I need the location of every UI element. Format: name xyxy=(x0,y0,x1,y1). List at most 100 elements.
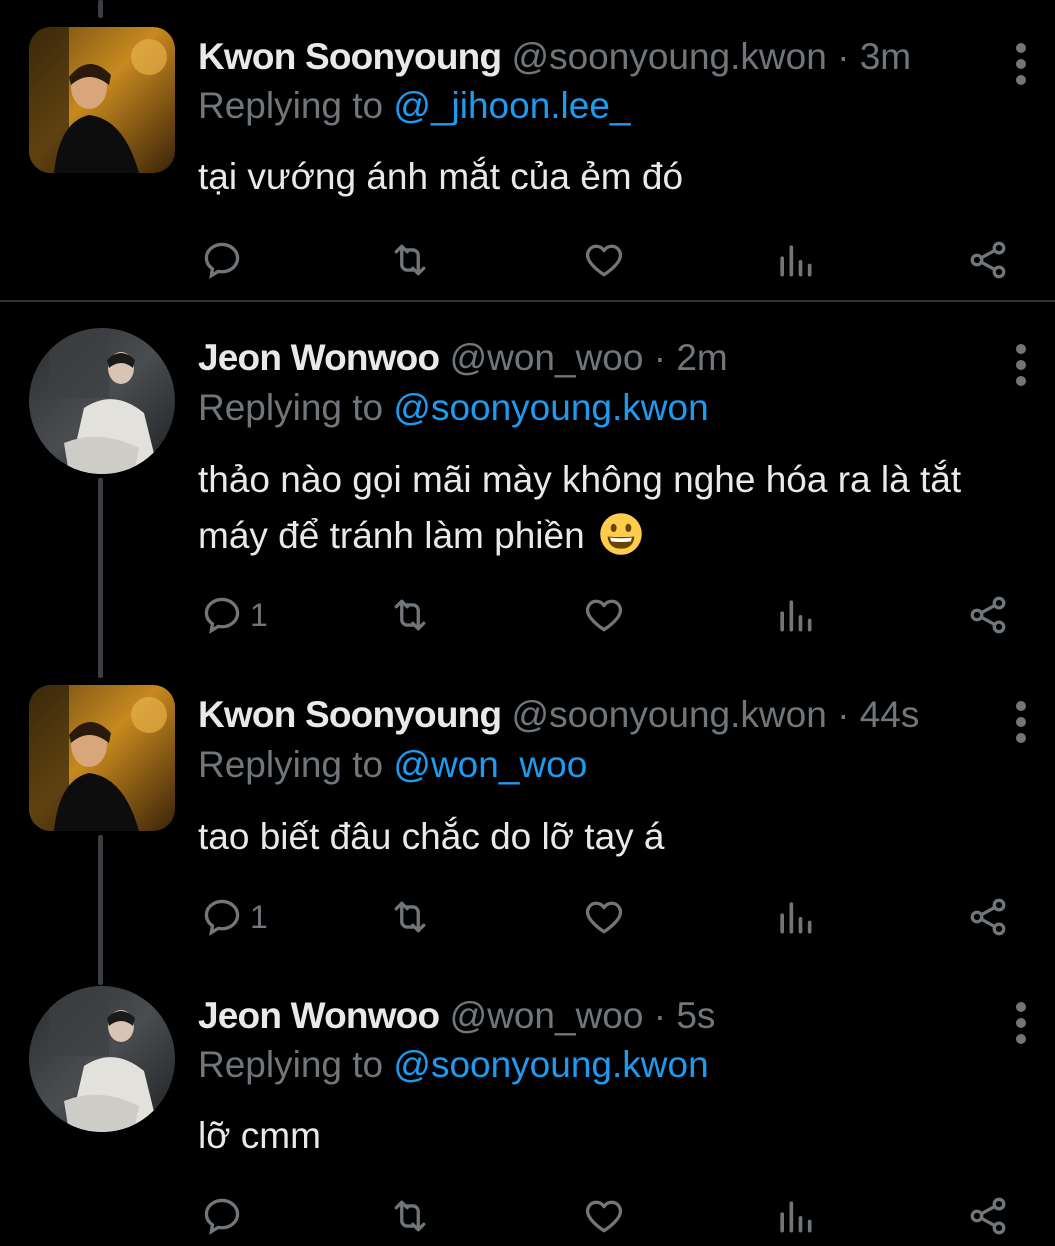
tweet-header: Jeon Wonwoo @won_woo · 5s xyxy=(198,994,715,1038)
reply-button[interactable] xyxy=(200,235,250,285)
reply-count: 1 xyxy=(250,898,268,935)
tweet-header: Kwon Soonyoung @soonyoung.kwon · 44s xyxy=(198,693,919,737)
handle[interactable]: @won_woo xyxy=(450,995,644,1036)
more-icon[interactable] xyxy=(1006,340,1036,390)
avatar-wonwoo-image xyxy=(29,328,175,474)
display-name[interactable]: Jeon Wonwoo xyxy=(198,995,440,1036)
more-icon[interactable] xyxy=(1006,39,1036,89)
reply-icon xyxy=(204,1198,240,1235)
share-icon xyxy=(970,596,1006,634)
dot-separator: · xyxy=(653,995,667,1036)
analytics-icon xyxy=(780,902,812,934)
tweet-header: Kwon Soonyoung @soonyoung.kwon · 3m xyxy=(198,35,911,79)
action-bar xyxy=(0,235,1055,285)
analytics-icon xyxy=(780,1201,812,1233)
like-icon xyxy=(585,901,623,934)
reply-button[interactable]: 1 xyxy=(200,590,268,640)
share-button[interactable] xyxy=(966,590,1010,640)
thread-line-top xyxy=(98,0,103,18)
mention-link[interactable]: @soonyoung.kwon xyxy=(393,387,708,428)
handle[interactable]: @won_woo xyxy=(450,337,644,378)
reply-count: 1 xyxy=(250,596,268,633)
retweet-icon xyxy=(394,901,426,933)
tweet-text-line: thảo nào gọi mãi mày không nghe hóa ra l… xyxy=(198,459,962,500)
avatar-soonyoung-image xyxy=(29,27,175,173)
more-icon[interactable] xyxy=(1006,998,1036,1048)
like-button[interactable] xyxy=(582,590,626,640)
replying-to: Replying to @soonyoung.kwon xyxy=(198,386,709,430)
like-button[interactable] xyxy=(582,235,626,285)
share-button[interactable] xyxy=(966,892,1010,942)
like-icon xyxy=(585,1200,623,1233)
display-name[interactable]: Jeon Wonwoo xyxy=(198,337,440,378)
tweet-header: Jeon Wonwoo @won_woo · 2m xyxy=(198,336,728,380)
analytics-icon xyxy=(780,600,812,632)
dot-separator: · xyxy=(837,36,850,77)
mention-link[interactable]: @_jihoon.lee_ xyxy=(393,85,630,126)
timestamp[interactable]: 5s xyxy=(676,995,715,1036)
retweet-button[interactable] xyxy=(388,1191,432,1241)
like-button[interactable] xyxy=(582,892,626,942)
avatar-wonwoo-image xyxy=(29,986,175,1132)
tweet-text: lỡ cmm xyxy=(198,1115,321,1156)
avatar-soonyoung-image xyxy=(29,685,175,831)
avatar[interactable] xyxy=(29,27,175,173)
like-button[interactable] xyxy=(582,1191,626,1241)
timestamp[interactable]: 2m xyxy=(676,337,727,378)
tweet-text-content: máy để tránh làm phiền xyxy=(198,515,585,556)
reply-button[interactable]: 1 xyxy=(200,892,268,942)
retweet-icon xyxy=(394,244,426,276)
share-icon xyxy=(970,1197,1006,1235)
reply-icon xyxy=(204,899,240,936)
tweet[interactable]: Jeon Wonwoo @won_woo · 2m Replying to @s… xyxy=(0,328,1055,658)
retweet-button[interactable] xyxy=(388,892,432,942)
handle[interactable]: @soonyoung.kwon xyxy=(512,36,827,77)
replying-to: Replying to @soonyoung.kwon xyxy=(198,1043,709,1087)
action-bar: 1 xyxy=(0,892,1055,942)
handle[interactable]: @soonyoung.kwon xyxy=(512,694,827,735)
analytics-button[interactable] xyxy=(773,1191,817,1241)
analytics-button[interactable] xyxy=(773,590,817,640)
tweet[interactable]: Kwon Soonyoung @soonyoung.kwon · 44s Rep… xyxy=(0,685,1055,955)
display-name[interactable]: Kwon Soonyoung xyxy=(198,694,502,735)
reply-button[interactable] xyxy=(200,1191,250,1241)
like-icon xyxy=(585,599,623,632)
tweet-text: tao biết đâu chắc do lỡ tay á xyxy=(198,816,665,857)
avatar[interactable] xyxy=(29,986,175,1132)
tweet-text-line: máy để tránh làm phiền xyxy=(198,508,1028,564)
tweet-text: thảo nào gọi mãi mày không nghe hóa ra l… xyxy=(198,452,1028,564)
share-icon xyxy=(970,898,1006,936)
analytics-button[interactable] xyxy=(773,235,817,285)
dot-separator: · xyxy=(653,337,667,378)
dot-separator: · xyxy=(837,694,850,735)
avatar[interactable] xyxy=(29,328,175,474)
tweet-text: tại vướng ánh mắt của ẻm đó xyxy=(198,156,684,197)
reply-icon xyxy=(204,242,240,279)
grinning-face-emoji-icon xyxy=(600,513,642,555)
mention-link[interactable]: @won_woo xyxy=(393,744,587,785)
replying-to: Replying to @won_woo xyxy=(198,743,587,787)
display-name[interactable]: Kwon Soonyoung xyxy=(198,36,502,77)
share-button[interactable] xyxy=(966,1191,1010,1241)
like-icon xyxy=(585,244,623,277)
replying-label: Replying to xyxy=(198,744,384,785)
more-icon[interactable] xyxy=(1006,697,1036,747)
mention-link[interactable]: @soonyoung.kwon xyxy=(393,1044,708,1085)
reply-icon xyxy=(204,597,240,634)
replying-label: Replying to xyxy=(198,85,384,126)
analytics-icon xyxy=(780,245,812,277)
retweet-button[interactable] xyxy=(388,235,432,285)
share-icon xyxy=(970,241,1006,279)
retweet-button[interactable] xyxy=(388,590,432,640)
retweet-icon xyxy=(394,1200,426,1232)
tweet[interactable]: Kwon Soonyoung @soonyoung.kwon · 3m Repl… xyxy=(0,27,1055,297)
timestamp[interactable]: 44s xyxy=(860,694,920,735)
avatar[interactable] xyxy=(29,685,175,831)
analytics-button[interactable] xyxy=(773,892,817,942)
retweet-icon xyxy=(394,599,426,631)
replying-label: Replying to xyxy=(198,387,384,428)
share-button[interactable] xyxy=(966,235,1010,285)
timestamp[interactable]: 3m xyxy=(860,36,911,77)
tweet[interactable]: Jeon Wonwoo @won_woo · 5s Replying to @s… xyxy=(0,986,1055,1246)
action-bar: 1 xyxy=(0,590,1055,640)
